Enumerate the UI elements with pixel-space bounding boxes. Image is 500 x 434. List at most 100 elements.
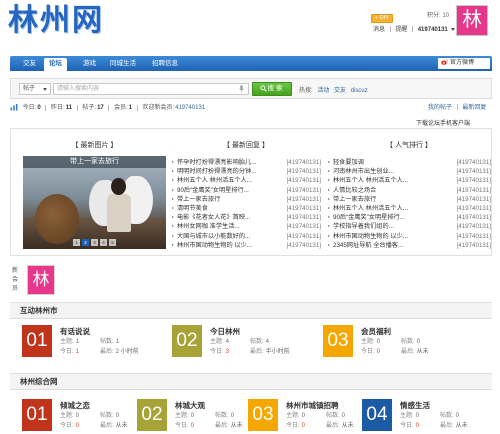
popular-item[interactable]: 学校指导着我们组的... [419740131] <box>327 222 491 231</box>
forum-item[interactable]: 01 有话说说 主题: 1 帖数: 1 今日: 1 最后: 2 小时前 <box>22 325 162 357</box>
popular-item-author[interactable]: [419740131] <box>457 186 491 195</box>
popular-item-title[interactable]: 90后“金鹰奖”女明星排行... <box>333 213 437 222</box>
popular-item-title[interactable]: 林州五个人 林州活五个人... <box>333 176 437 185</box>
popular-item-title[interactable]: 2345网址导航 全台播客... <box>333 241 437 250</box>
forum-number-icon[interactable]: 04 <box>362 399 392 431</box>
latest-reply-item[interactable]: 大国与城市以小能数好的... [419740131] <box>171 232 321 241</box>
latest-reply-item[interactable]: 带上一家去旅行 [419740131] <box>171 195 321 204</box>
messages-link[interactable]: 消息 <box>373 27 385 33</box>
popular-item[interactable]: 林州市国动物生物的 以少... [419740131] <box>327 232 491 241</box>
new-member-link[interactable]: 419740131 <box>175 105 205 111</box>
popular-item-author[interactable]: [419740131] <box>457 176 491 185</box>
latest-reply-item[interactable]: 怀孕时打扮得漂亮影响胎儿... [419740131] <box>171 158 321 167</box>
latest-reply-item-title[interactable]: 清明节美食 <box>177 204 281 213</box>
latest-reply-item-author[interactable]: [419740131] <box>287 186 321 195</box>
forum-title[interactable]: 情感生活 <box>400 401 430 410</box>
latest-reply-item-title[interactable]: 林州市国动物生物的 以少... <box>177 241 281 250</box>
popular-item-title[interactable]: 学校指导着我们组的... <box>333 222 437 231</box>
popular-item-author[interactable]: [419740131] <box>457 195 491 204</box>
latest-reply-item[interactable]: 林州女网咖 准学生活... [419740131] <box>171 222 321 231</box>
latest-reply-item-title[interactable]: 大国与城市以小能数好的... <box>177 232 281 241</box>
latest-reply-item-author[interactable]: [419740131] <box>287 176 321 185</box>
latest-reply-item-title[interactable]: 林州女网咖 准学生活... <box>177 222 281 231</box>
latest-reply-item[interactable]: 林州市国动物生物的 以少... [419740131] <box>171 241 321 250</box>
latest-replies-link[interactable]: 最新回复 <box>462 105 486 111</box>
popular-item[interactable]: 林州五个人 林州活五个人... [419740131] <box>327 204 491 213</box>
popular-item-title[interactable]: 轻食要加调 <box>333 158 437 167</box>
popular-item-title[interactable]: 林州市国动物生物的 以少... <box>333 232 437 241</box>
slide-dot[interactable]: 3 <box>91 239 98 246</box>
popular-item[interactable]: 带上一家去旅行 [419740131] <box>327 195 491 204</box>
forum-number-icon[interactable]: 02 <box>137 399 167 431</box>
popular-item[interactable]: 林州五个人 林州活五个人... [419740131] <box>327 176 491 185</box>
popular-item[interactable]: 90后“金鹰奖”女明星排行... [419740131] <box>327 213 491 222</box>
latest-reply-item-title[interactable]: 电影《花者女人花》首映... <box>177 213 281 222</box>
tab-local-life[interactable]: 同城生活 <box>105 58 141 69</box>
forum-number-icon[interactable]: 01 <box>22 399 52 431</box>
latest-reply-item[interactable]: 林州五个人 林州活五个人... [419740131] <box>171 176 321 185</box>
latest-reply-item[interactable]: 清明节美食 [419740131] <box>171 204 321 213</box>
tab-forum[interactable]: 论坛 <box>44 58 67 71</box>
popular-item-title[interactable]: 河南林州市出生创业... <box>333 167 437 176</box>
microphone-icon[interactable] <box>239 85 244 93</box>
official-weibo-link[interactable]: 官方微博 <box>438 58 490 69</box>
latest-reply-item-title[interactable]: 带上一家去旅行 <box>177 195 281 204</box>
latest-reply-item[interactable]: 90后“金鹰奖”女明星排行... [419740131] <box>171 186 321 195</box>
slide-dot[interactable]: 2 <box>82 239 89 246</box>
latest-reply-item-author[interactable]: [419740131] <box>287 167 321 176</box>
latest-reply-item-author[interactable]: [419740131] <box>287 241 321 250</box>
slide-dot[interactable]: 5 <box>109 239 116 246</box>
slide-dot[interactable]: 4 <box>100 239 107 246</box>
tab-dating[interactable]: 交友 <box>18 58 41 69</box>
forum-title[interactable]: 倾城之恋 <box>60 401 90 410</box>
new-member-avatar[interactable]: 林 <box>27 265 55 295</box>
image-slideshow[interactable]: 带上一家去旅行 12345 <box>23 156 166 249</box>
latest-reply-item-author[interactable]: [419740131] <box>287 158 321 167</box>
hot-term-link[interactable]: 交友 <box>334 88 346 94</box>
latest-reply-item[interactable]: 电影《花者女人花》首映... [419740131] <box>171 213 321 222</box>
latest-reply-item-author[interactable]: [419740131] <box>287 232 321 241</box>
search-type-select[interactable]: 帖子 <box>19 83 51 95</box>
forum-number-icon[interactable]: 03 <box>323 325 353 357</box>
forum-item[interactable]: 03 会员福利 主题: 0 帖数: 0 今日: 0 最后: 从未 <box>323 325 463 357</box>
popular-item-author[interactable]: [419740131] <box>457 204 491 213</box>
popular-item-author[interactable]: [419740131] <box>457 222 491 231</box>
tab-jobs[interactable]: 招聘信息 <box>147 58 183 69</box>
forum-title[interactable]: 有话说说 <box>60 327 90 336</box>
latest-reply-item-title[interactable]: 明明时间打扮得漂亮的分钟... <box>177 167 281 176</box>
forum-number-icon[interactable]: 01 <box>22 325 52 357</box>
my-posts-link[interactable]: 我的帖子 <box>428 105 452 111</box>
hot-term-link[interactable]: 活动 <box>317 88 329 94</box>
hot-term-link[interactable]: discuz <box>351 88 368 94</box>
latest-reply-item-title[interactable]: 90后“金鹰奖”女明星排行... <box>177 186 281 195</box>
forum-title[interactable]: 今日林州 <box>210 327 240 336</box>
search-input[interactable] <box>53 83 249 95</box>
slide-caption[interactable]: 带上一家去旅行 <box>23 156 166 168</box>
forum-title[interactable]: 会员福利 <box>361 327 391 336</box>
tab-games[interactable]: 游戏 <box>78 58 101 69</box>
popular-item[interactable]: 轻食要加调 [419740131] <box>327 158 491 167</box>
site-logo[interactable]: 林州网 <box>8 3 104 39</box>
latest-reply-item-author[interactable]: [419740131] <box>287 204 321 213</box>
username-menu[interactable]: 419740131 <box>418 27 448 33</box>
chevron-down-icon[interactable] <box>451 27 456 31</box>
popular-item-author[interactable]: [419740131] <box>457 158 491 167</box>
latest-reply-item-author[interactable]: [419740131] <box>287 222 321 231</box>
popular-item-title[interactable]: 林州五个人 林州活五个人... <box>333 204 437 213</box>
app-download-link[interactable]: 下载论坛手机客户端 <box>416 118 470 127</box>
popular-item-author[interactable]: [419740131] <box>457 232 491 241</box>
category-header[interactable]: 互动林州市 <box>10 302 492 319</box>
popular-item-title[interactable]: 人情比较之场合 <box>333 186 437 195</box>
popular-item[interactable]: 2345网址导航 全台播客... [419740131] <box>327 241 491 250</box>
forum-number-icon[interactable]: 02 <box>172 325 202 357</box>
forum-title[interactable]: 林州市城镇招聘 <box>286 401 339 410</box>
popular-item[interactable]: 河南林州市出生创业... [419740131] <box>327 167 491 176</box>
latest-reply-item-author[interactable]: [419740131] <box>287 195 321 204</box>
user-avatar[interactable]: 林 <box>456 5 488 36</box>
category-header[interactable]: 林州综合网 <box>10 373 492 390</box>
latest-reply-item[interactable]: 明明时间打扮得漂亮的分钟... [419740131] <box>171 167 321 176</box>
popular-item-title[interactable]: 带上一家去旅行 <box>333 195 437 204</box>
popular-item-author[interactable]: [419740131] <box>457 241 491 250</box>
forum-item[interactable]: 04 情感生活 主题: 0 帖数: 0 今日: 0 最后: 从未 <box>362 399 500 431</box>
reminders-link[interactable]: 提醒 <box>395 27 407 33</box>
